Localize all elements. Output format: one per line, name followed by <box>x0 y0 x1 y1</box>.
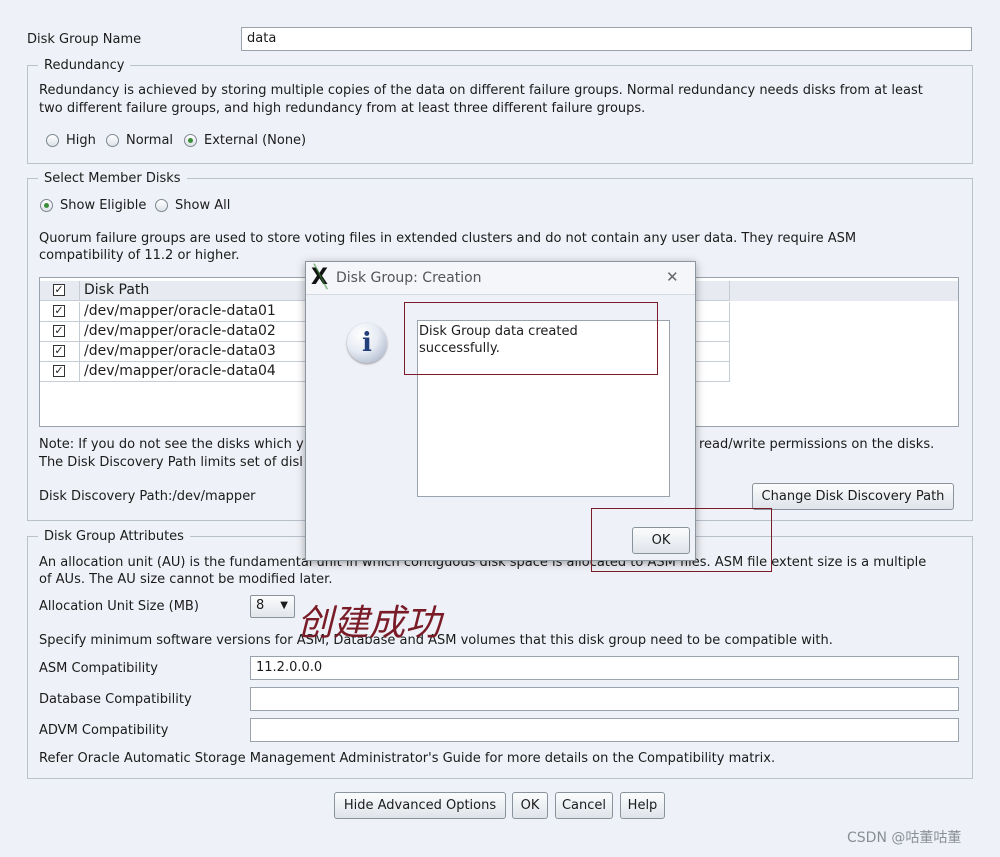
disk-checkbox[interactable]: ✓ <box>53 305 65 317</box>
quorum-text-line1: Quorum failure groups are used to store … <box>39 231 857 246</box>
radio-normal[interactable] <box>106 134 119 147</box>
au-size-select[interactable]: 8 ▼ <box>250 595 295 618</box>
redundancy-description-line1: Redundancy is achieved by storing multip… <box>39 83 923 98</box>
radio-show-all[interactable] <box>155 199 168 212</box>
radio-high[interactable] <box>46 134 59 147</box>
au-description-line2: of AUs. The AU size cannot be modified l… <box>39 572 333 587</box>
db-compat-label: Database Compatibility <box>39 692 192 707</box>
disk-group-name-label: Disk Group Name <box>27 32 142 47</box>
disk-checkbox[interactable]: ✓ <box>53 365 65 377</box>
advm-compat-input[interactable] <box>250 718 959 742</box>
row-check-cell: ✓ <box>40 362 80 382</box>
radio-show-eligible[interactable] <box>40 199 53 212</box>
radio-high-label: High <box>66 133 96 148</box>
radio-external-label: External (None) <box>204 133 307 148</box>
cancel-button[interactable]: Cancel <box>555 792 613 819</box>
show-all-label: Show All <box>175 198 231 213</box>
success-annotation: 创建成功 <box>297 603 442 644</box>
member-disks-legend: Select Member Disks <box>44 171 181 186</box>
change-discovery-path-button[interactable]: Change Disk Discovery Path <box>752 483 954 510</box>
disk-checkbox[interactable]: ✓ <box>53 345 65 357</box>
app-logo-accent: ╲ <box>314 265 328 290</box>
note-line1-right: read/write permissions on the disks. <box>699 437 935 452</box>
help-button[interactable]: Help <box>620 792 665 819</box>
select-all-checkbox[interactable]: ✓ <box>53 284 65 296</box>
au-size-value: 8 <box>256 598 265 613</box>
refer-text: Refer Oracle Automatic Storage Managemen… <box>39 751 776 766</box>
info-icon: i <box>347 323 387 363</box>
disk-checkbox[interactable]: ✓ <box>53 325 65 337</box>
close-icon[interactable]: ✕ <box>666 269 679 286</box>
watermark: CSDN @咕董咕董 <box>847 830 962 846</box>
radio-external[interactable] <box>184 134 197 147</box>
disk-group-name-input[interactable]: data <box>241 27 972 51</box>
note-line2-left: The Disk Discovery Path limits set of di… <box>39 455 303 470</box>
info-glyph: i <box>362 328 372 358</box>
dialog-title: Disk Group: Creation <box>336 270 482 286</box>
app-logo-icon: X ╲ <box>311 265 328 290</box>
asm-compat-label: ASM Compatibility <box>39 661 158 676</box>
asm-compat-input[interactable]: 11.2.0.0.0 <box>250 656 959 680</box>
disk-discovery-path: Disk Discovery Path:/dev/mapper <box>39 489 256 504</box>
ok-button[interactable]: OK <box>512 792 548 819</box>
redundancy-legend: Redundancy <box>44 58 125 73</box>
redundancy-description-line2: two different failure groups, and high r… <box>39 101 646 116</box>
attributes-legend: Disk Group Attributes <box>44 529 184 544</box>
dialog-titlebar: X ╲ Disk Group: Creation ✕ <box>306 262 695 295</box>
advm-compat-label: ADVM Compatibility <box>39 723 169 738</box>
header-select-cell: ✓ <box>40 281 80 301</box>
message-highlight-box <box>404 302 658 375</box>
show-eligible-label: Show Eligible <box>60 198 147 213</box>
note-line1-left: Note: If you do not see the disks which … <box>39 437 304 452</box>
au-size-label: Allocation Unit Size (MB) <box>39 599 199 614</box>
row-check-cell: ✓ <box>40 322 80 342</box>
quorum-text-line2: compatibility of 11.2 or higher. <box>39 248 240 263</box>
chevron-down-icon: ▼ <box>280 600 288 611</box>
ok-highlight-box <box>591 508 772 572</box>
radio-normal-label: Normal <box>126 133 174 148</box>
row-check-cell: ✓ <box>40 342 80 362</box>
hide-advanced-options-button[interactable]: Hide Advanced Options <box>334 792 506 819</box>
db-compat-input[interactable] <box>250 687 959 711</box>
row-check-cell: ✓ <box>40 302 80 322</box>
